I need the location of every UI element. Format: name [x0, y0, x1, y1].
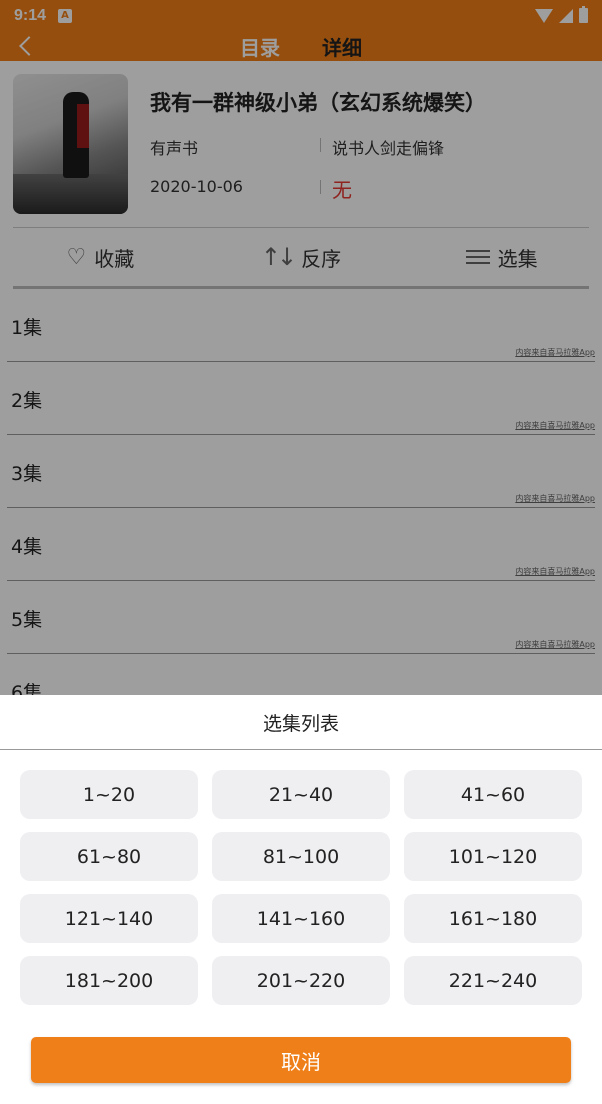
range-button[interactable]: 141~160	[212, 894, 390, 943]
episode-range-sheet: 选集列表 1~20 21~40 41~60 61~80 81~100 101~1…	[0, 695, 602, 1104]
range-button[interactable]: 121~140	[20, 894, 198, 943]
range-button[interactable]: 21~40	[212, 770, 390, 819]
range-button[interactable]: 161~180	[404, 894, 582, 943]
range-button[interactable]: 41~60	[404, 770, 582, 819]
range-button[interactable]: 61~80	[20, 832, 198, 881]
range-button[interactable]: 221~240	[404, 956, 582, 1005]
range-button[interactable]: 81~100	[212, 832, 390, 881]
modal-backdrop[interactable]	[0, 0, 602, 695]
sheet-title: 选集列表	[262, 712, 339, 735]
range-grid: 1~20 21~40 41~60 61~80 81~100 101~120 12…	[20, 770, 583, 1005]
range-button[interactable]: 181~200	[20, 956, 198, 1005]
range-button[interactable]: 1~20	[20, 770, 198, 819]
cancel-button[interactable]: 取消	[31, 1037, 571, 1083]
range-button[interactable]: 201~220	[212, 956, 390, 1005]
divider	[0, 749, 602, 750]
range-button[interactable]: 101~120	[404, 832, 582, 881]
